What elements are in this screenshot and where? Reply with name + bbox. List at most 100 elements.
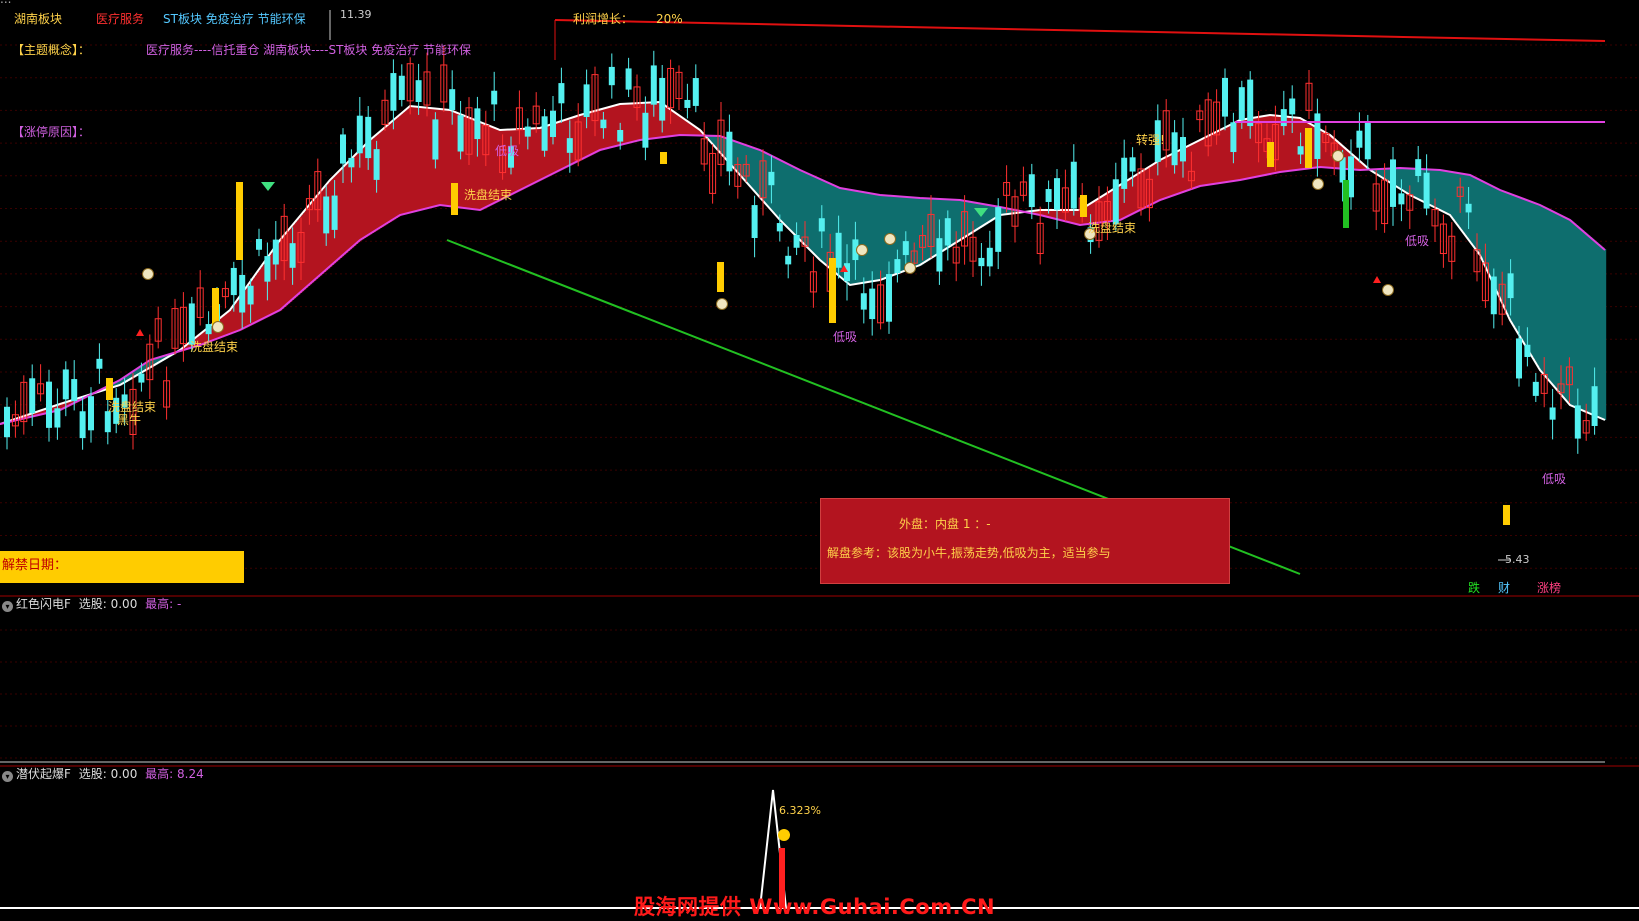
ma-band-slice xyxy=(1580,228,1583,410)
candle-down xyxy=(432,119,439,160)
ma-band-slice xyxy=(448,109,451,207)
resistance-line xyxy=(554,19,1606,42)
ma-band-slice xyxy=(880,195,883,281)
ma-band-slice xyxy=(816,177,819,257)
ma-band-slice xyxy=(784,162,787,225)
ma-band-slice xyxy=(872,193,875,282)
ma-band-slice xyxy=(860,191,863,284)
pane-toggle-icon[interactable]: ▾ xyxy=(2,771,13,782)
tag-rise-list[interactable]: 涨榜 xyxy=(1537,581,1561,595)
ma-band-slice xyxy=(752,147,755,189)
ma-band-slice xyxy=(638,103,641,141)
signal-candle xyxy=(1305,128,1312,168)
candle-down xyxy=(625,68,632,90)
pane3-indicator-name[interactable]: 潜伏起爆F xyxy=(16,767,71,781)
candle-down xyxy=(583,84,590,118)
truncated-quote-line: ... xyxy=(0,0,11,6)
ma-band-slice xyxy=(1432,169,1435,207)
candle-down xyxy=(1230,122,1237,153)
ma-band-slice xyxy=(792,166,795,233)
ma-band-slice xyxy=(360,150,363,241)
ma-band-slice xyxy=(1474,177,1477,248)
candle-down xyxy=(1129,157,1136,172)
ma-band-slice xyxy=(862,191,865,284)
ma-band-slice xyxy=(396,117,399,218)
price-chart[interactable] xyxy=(0,0,1639,920)
ma-band-slice xyxy=(1078,210,1081,225)
candle-down xyxy=(62,369,69,400)
ma-band-slice xyxy=(1188,146,1191,191)
buy-arrow-icon xyxy=(1373,276,1381,283)
ma-band-slice xyxy=(442,109,445,206)
candle-down xyxy=(726,131,733,172)
ma-band-slice xyxy=(962,200,965,240)
board-label[interactable]: 湖南板块 xyxy=(14,12,62,26)
concept-label[interactable]: ST板块 免疫治疗 节能环保 xyxy=(163,12,306,26)
tag-finance[interactable]: 财 xyxy=(1498,581,1510,595)
ma-band-slice xyxy=(398,116,401,217)
ma-band-slice xyxy=(600,109,603,151)
ma-band-slice xyxy=(656,102,659,139)
pane2-indicator-name[interactable]: 红色闪电F xyxy=(16,597,71,611)
ma-band-slice xyxy=(562,120,565,170)
ma-band-slice xyxy=(1058,210,1061,220)
candle-down xyxy=(1465,203,1472,213)
ma-band-slice xyxy=(630,103,633,143)
candle-down xyxy=(608,66,615,86)
ma-band-slice xyxy=(516,129,519,193)
ma-band-slice xyxy=(1450,171,1453,216)
candle-down xyxy=(474,108,481,140)
ma-band-slice xyxy=(1196,142,1199,188)
ma-band-slice xyxy=(236,301,239,332)
ma-band-slice xyxy=(314,199,317,281)
ma-band-slice xyxy=(1514,195,1517,328)
ma-band-slice xyxy=(984,204,987,226)
candle-down xyxy=(1423,172,1430,209)
pane3-peak-value: 6.323% xyxy=(779,804,821,817)
ma-band-slice xyxy=(1202,139,1205,187)
signal-candle xyxy=(660,152,667,164)
money-bag-icon xyxy=(716,298,728,310)
ma-band-slice xyxy=(418,106,421,211)
candle-down xyxy=(1398,193,1405,205)
ma-band-slice xyxy=(1298,117,1301,171)
ma-band-slice xyxy=(564,120,567,169)
ma-band-slice xyxy=(1512,194,1515,324)
ma-band-slice xyxy=(614,105,617,147)
ma-band-slice xyxy=(1520,197,1523,338)
ma-band-slice xyxy=(790,165,793,231)
signal-low-buy-4: 低吸 xyxy=(1542,472,1567,486)
industry-label[interactable]: 医疗服务 xyxy=(96,12,144,26)
candle-down xyxy=(978,257,985,267)
ma-band-slice xyxy=(1238,121,1241,181)
ma-band-slice xyxy=(1518,196,1521,334)
ma-band-slice xyxy=(588,112,591,157)
ma-band-slice xyxy=(850,189,853,286)
ma-band-slice xyxy=(1548,209,1551,380)
ma-band-slice xyxy=(362,148,365,240)
ma-band-slice xyxy=(604,108,607,150)
low-price-mark: 5.43 xyxy=(1505,553,1530,566)
pane-toggle-icon[interactable]: ▾ xyxy=(2,601,13,612)
ma-band-slice xyxy=(1496,188,1499,291)
tag-fall[interactable]: 跌 xyxy=(1468,581,1480,595)
ma-band-slice xyxy=(806,172,809,247)
signal-wash-end-3: 洗盘结束 xyxy=(464,188,513,202)
ma-band-slice xyxy=(610,106,613,148)
ma-band-slice xyxy=(1524,199,1527,344)
ma-band-slice xyxy=(1224,128,1227,183)
ma-band-slice xyxy=(978,203,981,230)
outer-inner-ratio: 外盘：内盘 1 ：- xyxy=(899,517,991,531)
ma-band-slice xyxy=(1574,223,1577,408)
candle-down xyxy=(1280,109,1287,127)
candle-down xyxy=(936,238,943,272)
ma-band-slice xyxy=(640,103,643,141)
candle-down xyxy=(776,223,783,232)
candle-down xyxy=(491,90,498,105)
ma-band-slice xyxy=(380,131,383,228)
signal-low-buy-1: 低吸 xyxy=(495,144,520,158)
candlestick-series xyxy=(4,45,1598,525)
ma-band-slice xyxy=(1604,249,1607,421)
candle-down xyxy=(1289,98,1296,115)
ma-band-slice xyxy=(1586,233,1589,413)
